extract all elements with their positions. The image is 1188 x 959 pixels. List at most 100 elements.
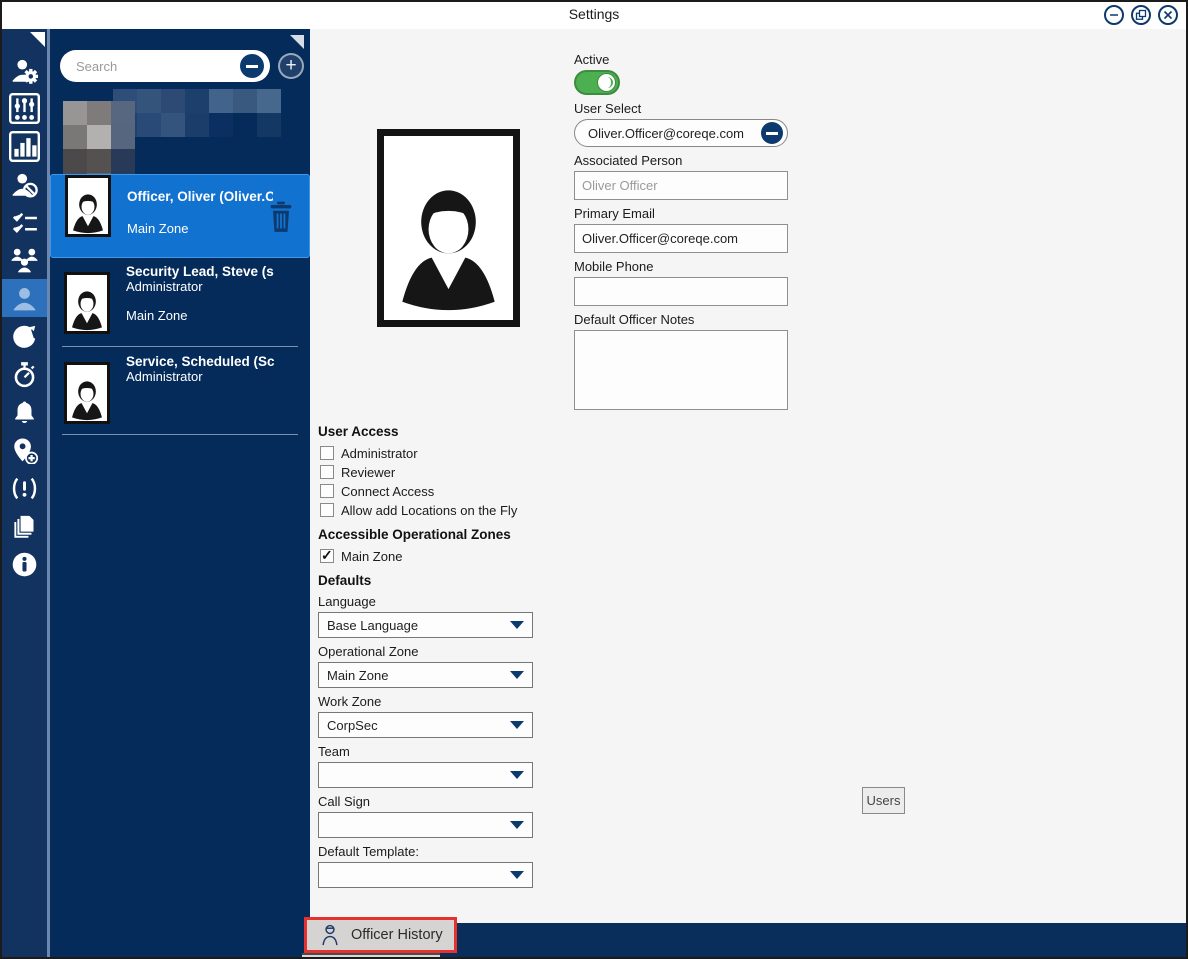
minimize-icon	[1108, 9, 1120, 21]
checkbox-label: Main Zone	[341, 549, 402, 564]
sidebar-collapse-corner[interactable]	[30, 32, 45, 47]
user-avatar	[64, 272, 110, 334]
delete-user-icon[interactable]	[267, 201, 295, 233]
officer-user-icon[interactable]	[2, 279, 47, 317]
user-list-panel: + Officer, Oliver (Oliver.O Main Zone	[50, 29, 310, 957]
reset-timer-icon[interactable]	[2, 317, 47, 355]
add-user-button[interactable]: +	[278, 53, 304, 79]
checkbox-row-reviewer: Reviewer	[320, 463, 540, 481]
search-input[interactable]	[74, 58, 240, 75]
user-name: Service, Scheduled (Sch	[126, 354, 274, 369]
primary-email-label: Primary Email	[574, 206, 788, 221]
location-add-icon[interactable]	[2, 431, 47, 469]
officer-history-button[interactable]: Officer History	[304, 917, 457, 953]
user-settings-icon[interactable]	[2, 51, 47, 89]
user-select-label: User Select	[574, 101, 788, 116]
primary-email-field[interactable]	[574, 224, 788, 253]
user-row-officer-oliver[interactable]: Officer, Oliver (Oliver.O Main Zone	[50, 174, 310, 258]
default-template-dropdown[interactable]	[318, 862, 533, 888]
users-button-label: Users	[867, 793, 901, 808]
list-divider	[62, 346, 298, 347]
officer-photo-placeholder	[377, 129, 520, 327]
allow-add-locations-checkbox[interactable]	[320, 503, 334, 517]
user-row-service-scheduled[interactable]: Service, Scheduled (Sch Administrator	[50, 350, 310, 434]
user-row-security-lead[interactable]: Security Lead, Steve (st Administrator M…	[50, 260, 310, 346]
info-icon[interactable]	[2, 545, 47, 583]
accessible-zones-heading: Accessible Operational Zones	[318, 527, 540, 542]
checkbox-row-main-zone: Main Zone	[320, 547, 540, 565]
checklist-icon[interactable]	[2, 203, 47, 241]
officer-history-icon	[319, 923, 341, 947]
user-access-heading: User Access	[318, 424, 540, 439]
icon-sidebar	[2, 29, 47, 957]
work-zone-dropdown[interactable]: CorpSec	[318, 712, 533, 738]
active-toggle[interactable]	[574, 70, 620, 95]
language-dropdown[interactable]: Base Language	[318, 612, 533, 638]
user-avatar	[64, 362, 110, 424]
titlebar: Settings	[2, 2, 1186, 29]
restore-icon	[1135, 9, 1147, 21]
main-zone-checkbox[interactable]	[320, 549, 334, 563]
window-controls	[1104, 5, 1178, 25]
administrator-checkbox[interactable]	[320, 446, 334, 460]
clear-search-icon[interactable]	[240, 54, 264, 78]
user-zone	[126, 386, 274, 403]
default-officer-notes-field[interactable]	[574, 330, 788, 410]
chevron-down-icon	[510, 871, 524, 879]
checkbox-label: Connect Access	[341, 484, 434, 499]
team-group-icon[interactable]	[2, 241, 47, 279]
user-role	[127, 204, 273, 221]
bell-icon[interactable]	[2, 393, 47, 431]
panel-resize-corner[interactable]	[290, 35, 304, 49]
restore-button[interactable]	[1131, 5, 1151, 25]
chevron-down-icon	[510, 771, 524, 779]
list-divider	[62, 434, 298, 435]
stopwatch-icon[interactable]	[2, 355, 47, 393]
associated-person-field[interactable]	[574, 171, 788, 200]
dropdown-value: CorpSec	[327, 718, 510, 733]
operational-zone-dropdown[interactable]: Main Zone	[318, 662, 533, 688]
checkbox-row-administrator: Administrator	[320, 444, 540, 462]
reviewer-checkbox[interactable]	[320, 465, 334, 479]
user-avatar	[65, 175, 111, 237]
user-zone: Main Zone	[127, 221, 273, 238]
dropdown-value: Main Zone	[327, 668, 510, 683]
user-select-combo[interactable]: Oliver.Officer@coreqe.com	[574, 119, 788, 147]
operational-zone-label: Operational Zone	[318, 644, 540, 659]
person-silhouette-icon	[396, 170, 501, 320]
sliders-icon[interactable]	[2, 89, 47, 127]
search-box	[60, 50, 270, 82]
minimize-button[interactable]	[1104, 5, 1124, 25]
associated-person-label: Associated Person	[574, 153, 788, 168]
chevron-down-icon	[510, 721, 524, 729]
users-button[interactable]: Users	[862, 787, 905, 814]
equalizer-chart-icon[interactable]	[2, 127, 47, 165]
default-template-label: Default Template:	[318, 844, 540, 859]
close-button[interactable]	[1158, 5, 1178, 25]
alert-icon[interactable]	[2, 469, 47, 507]
user-name: Security Lead, Steve (st	[126, 264, 274, 279]
call-sign-label: Call Sign	[318, 794, 540, 809]
officer-history-label: Officer History	[351, 927, 443, 943]
language-label: Language	[318, 594, 540, 609]
call-sign-dropdown[interactable]	[318, 812, 533, 838]
defaults-heading: Defaults	[318, 573, 540, 588]
settings-window: Settings	[0, 0, 1188, 959]
checkbox-row-connect-access: Connect Access	[320, 482, 540, 500]
team-label: Team	[318, 744, 540, 759]
user-blocked-icon[interactable]	[2, 165, 47, 203]
checkbox-label: Allow add Locations on the Fly	[341, 503, 517, 518]
user-select-value: Oliver.Officer@coreqe.com	[588, 126, 761, 141]
remove-user-select-icon[interactable]	[761, 122, 783, 144]
connect-access-checkbox[interactable]	[320, 484, 334, 498]
copy-pages-icon[interactable]	[2, 507, 47, 545]
team-dropdown[interactable]	[318, 762, 533, 788]
mobile-phone-field[interactable]	[574, 277, 788, 306]
close-icon	[1162, 9, 1174, 21]
chevron-down-icon	[510, 671, 524, 679]
checkbox-row-allow-add-locations: Allow add Locations on the Fly	[320, 501, 540, 519]
user-role: Administrator	[126, 369, 274, 386]
mobile-phone-label: Mobile Phone	[574, 259, 788, 274]
panel-scrollbar-strip[interactable]	[302, 953, 440, 959]
chevron-down-icon	[510, 821, 524, 829]
